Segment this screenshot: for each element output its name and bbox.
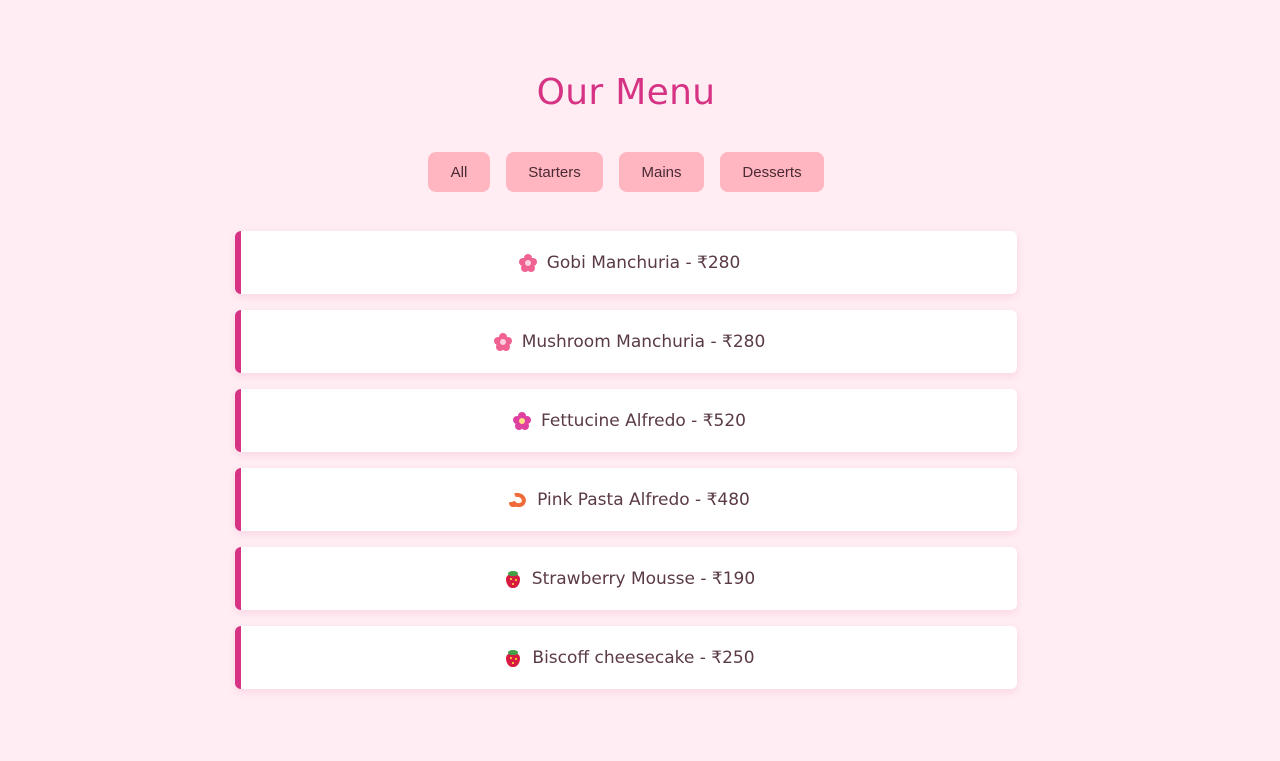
menu-item-text: Fettucine Alfredo - ₹520 <box>541 410 746 431</box>
menu-item-text: Gobi Manchuria - ₹280 <box>546 252 741 273</box>
cherry-blossom-icon <box>518 253 538 273</box>
menu-item: Pink Pasta Alfredo - ₹480 <box>235 468 1017 531</box>
page-title: Our Menu <box>536 72 716 113</box>
filter-mains-button[interactable]: Mains <box>619 152 704 192</box>
menu-item: Gobi Manchuria - ₹280 <box>235 231 1017 294</box>
menu-list: Gobi Manchuria - ₹280 Mushroom Manchuria… <box>235 231 1017 705</box>
strawberry-icon <box>503 569 523 589</box>
menu-page: Our Menu All Starters Mains Desserts Gob… <box>0 0 1280 761</box>
menu-item-text: Mushroom Manchuria - ₹280 <box>521 331 766 352</box>
menu-item: Fettucine Alfredo - ₹520 <box>235 389 1017 452</box>
menu-item: Strawberry Mousse - ₹190 <box>235 547 1017 610</box>
filter-desserts-button[interactable]: Desserts <box>720 152 824 192</box>
hibiscus-icon <box>512 411 532 431</box>
menu-item: Mushroom Manchuria - ₹280 <box>235 310 1017 373</box>
category-filter-bar: All Starters Mains Desserts <box>0 152 1252 192</box>
menu-item-text: Pink Pasta Alfredo - ₹480 <box>537 489 750 510</box>
menu-item-text: Biscoff cheesecake - ₹250 <box>532 647 755 668</box>
shrimp-icon <box>508 490 529 510</box>
menu-item: Biscoff cheesecake - ₹250 <box>235 626 1017 689</box>
filter-starters-button[interactable]: Starters <box>506 152 603 192</box>
filter-all-button[interactable]: All <box>428 152 490 192</box>
menu-item-text: Strawberry Mousse - ₹190 <box>531 568 756 589</box>
cherry-blossom-icon <box>493 332 513 352</box>
strawberry-icon <box>503 648 523 668</box>
